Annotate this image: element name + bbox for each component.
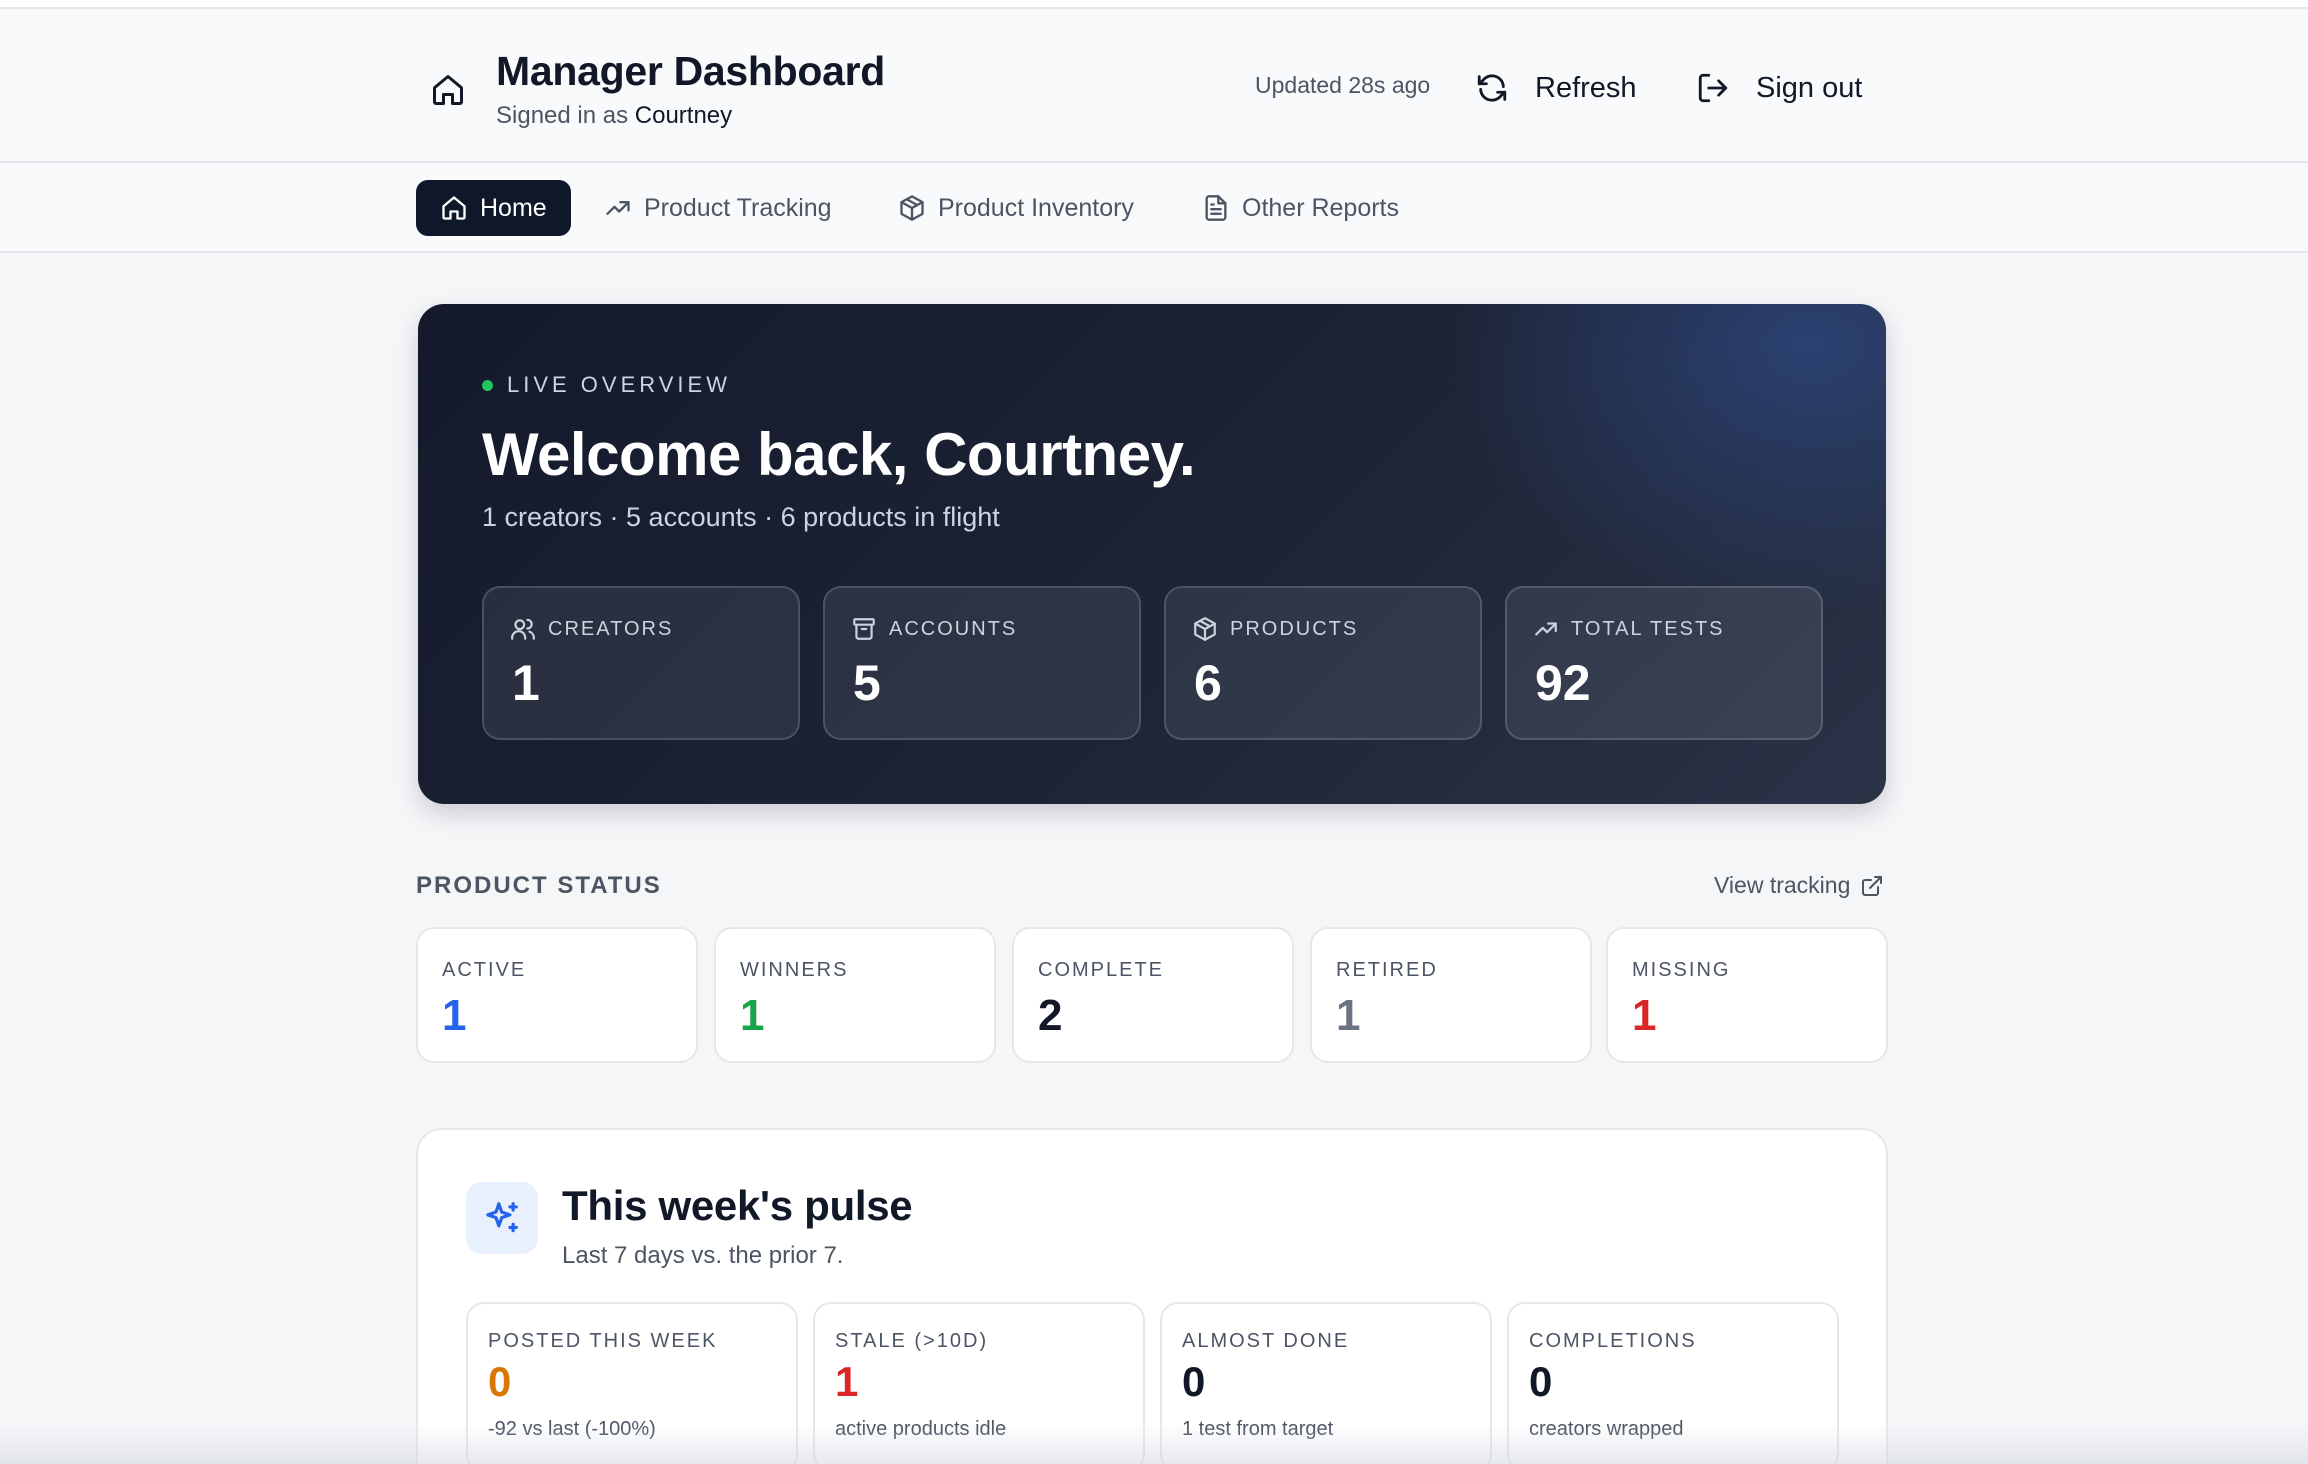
main-nav: Home Product Tracking Product Inventory … [0, 163, 2308, 253]
live-dot-icon [482, 379, 493, 391]
tab-other-reports[interactable]: Other Reports [1178, 180, 1423, 236]
kpi-value: 92 [1535, 655, 1591, 711]
kpi-value: 6 [1194, 655, 1222, 711]
status-label: MISSING [1632, 959, 1731, 981]
home-icon [442, 196, 466, 220]
view-tracking-label: View tracking [1714, 872, 1851, 898]
product-status-heading: PRODUCT STATUS [416, 872, 662, 899]
pulse-icon-badge [466, 1182, 538, 1254]
kpi-creators: CREATORS 1 [482, 586, 800, 740]
kpi-label: TOTAL TESTS [1571, 617, 1725, 640]
tab-product-tracking[interactable]: Product Tracking [580, 180, 856, 236]
live-indicator: LIVE OVERVIEW [482, 372, 731, 398]
kpi-label: CREATORS [548, 617, 674, 640]
pulse-note: active products idle [835, 1418, 1007, 1440]
package-icon [1194, 617, 1216, 641]
live-overview-card: LIVE OVERVIEW Welcome back, Courtney. 1 … [418, 304, 1886, 804]
kpi-label-row: ACCOUNTS [851, 616, 1017, 642]
sign-out-button[interactable]: Sign out [1696, 64, 1862, 112]
pulse-note: 1 test from target [1182, 1418, 1334, 1440]
app-header: Manager Dashboard Signed in as Courtney … [0, 10, 2308, 163]
kpi-label: ACCOUNTS [889, 617, 1018, 640]
pulse-label: ALMOST DONE [1182, 1330, 1350, 1352]
kpi-label-row: CREATORS [510, 616, 673, 642]
tab-label: Home [480, 193, 547, 222]
welcome-heading: Welcome back, Courtney. [482, 421, 1196, 488]
kpi-products: PRODUCTS 6 [1164, 586, 1482, 740]
home-icon [433, 75, 463, 105]
kpi-label-row: TOTAL TESTS [1533, 616, 1725, 642]
pulse-card-almost-done: ALMOST DONE 0 1 test from target [1160, 1302, 1492, 1464]
status-label: ACTIVE [442, 959, 527, 981]
status-value: 1 [1632, 991, 1657, 1040]
kpi-label-row: PRODUCTS [1192, 616, 1358, 642]
status-label: WINNERS [740, 959, 849, 981]
pulse-title: This week's pulse [562, 1182, 913, 1229]
weekly-pulse-card: This week's pulse Last 7 days vs. the pr… [416, 1128, 1888, 1464]
page-title: Manager Dashboard [496, 48, 886, 94]
status-card-retired[interactable]: RETIRED 1 [1310, 927, 1592, 1063]
status-value: 1 [1336, 991, 1361, 1040]
status-value: 1 [442, 991, 467, 1040]
status-label: RETIRED [1336, 959, 1438, 981]
status-value: 1 [740, 991, 765, 1040]
external-link-icon [1862, 875, 1883, 896]
tab-label: Other Reports [1242, 193, 1400, 222]
kpi-total-tests: TOTAL TESTS 92 [1505, 586, 1823, 740]
tab-label: Product Inventory [938, 193, 1134, 222]
signed-in-text: Signed in as Courtney [496, 102, 732, 130]
kpi-value: 1 [512, 655, 540, 711]
status-card-winners[interactable]: WINNERS 1 [714, 927, 996, 1063]
status-card-missing[interactable]: MISSING 1 [1606, 927, 1888, 1063]
pulse-value: 0 [1182, 1358, 1206, 1405]
users-icon [511, 618, 535, 640]
status-card-complete[interactable]: COMPLETE 2 [1012, 927, 1294, 1063]
sign-out-label: Sign out [1756, 71, 1863, 104]
pulse-note: creators wrapped [1529, 1418, 1684, 1440]
archive-icon [853, 618, 875, 640]
pulse-card-posted: POSTED THIS WEEK 0 -92 vs last (-100%) [466, 1302, 798, 1464]
trending-up-icon [1535, 622, 1557, 636]
pulse-label: STALE (>10D) [835, 1330, 989, 1352]
pulse-value: 0 [1529, 1358, 1553, 1405]
pulse-label: COMPLETIONS [1529, 1330, 1697, 1352]
trending-up-icon [606, 201, 630, 215]
signed-in-prefix: Signed in as [496, 102, 629, 129]
overview-summary: 1 creators · 5 accounts · 6 products in … [482, 502, 1000, 532]
status-card-active[interactable]: ACTIVE 1 [416, 927, 698, 1063]
tab-home[interactable]: Home [416, 180, 571, 236]
refresh-label: Refresh [1535, 71, 1637, 104]
kpi-label: PRODUCTS [1230, 617, 1359, 640]
status-label: COMPLETE [1038, 959, 1165, 981]
tab-product-inventory[interactable]: Product Inventory [874, 180, 1158, 236]
file-text-icon [1205, 195, 1227, 221]
window-top-edge [0, 0, 2308, 9]
status-value: 2 [1038, 991, 1063, 1040]
refresh-button[interactable]: Refresh [1475, 64, 1637, 112]
pulse-value: 0 [488, 1358, 512, 1405]
log-out-icon [1698, 73, 1728, 103]
updated-timestamp: Updated 28s ago [1255, 72, 1431, 98]
view-tracking-link[interactable]: View tracking [1714, 872, 1884, 899]
pulse-value: 1 [835, 1358, 859, 1405]
package-icon [900, 195, 924, 221]
signed-in-user: Courtney [634, 102, 733, 129]
tab-label: Product Tracking [644, 193, 832, 222]
pulse-card-stale: STALE (>10D) 1 active products idle [813, 1302, 1145, 1464]
pulse-label: POSTED THIS WEEK [488, 1330, 718, 1352]
sparkles-icon [486, 1202, 518, 1233]
kpi-accounts: ACCOUNTS 5 [823, 586, 1141, 740]
pulse-card-completions: COMPLETIONS 0 creators wrapped [1507, 1302, 1839, 1464]
refresh-icon [1477, 74, 1507, 102]
kpi-value: 5 [853, 655, 881, 711]
pulse-subtitle: Last 7 days vs. the prior 7. [562, 1242, 844, 1269]
live-label: LIVE OVERVIEW [507, 372, 731, 397]
pulse-note: -92 vs last (-100%) [488, 1418, 656, 1440]
